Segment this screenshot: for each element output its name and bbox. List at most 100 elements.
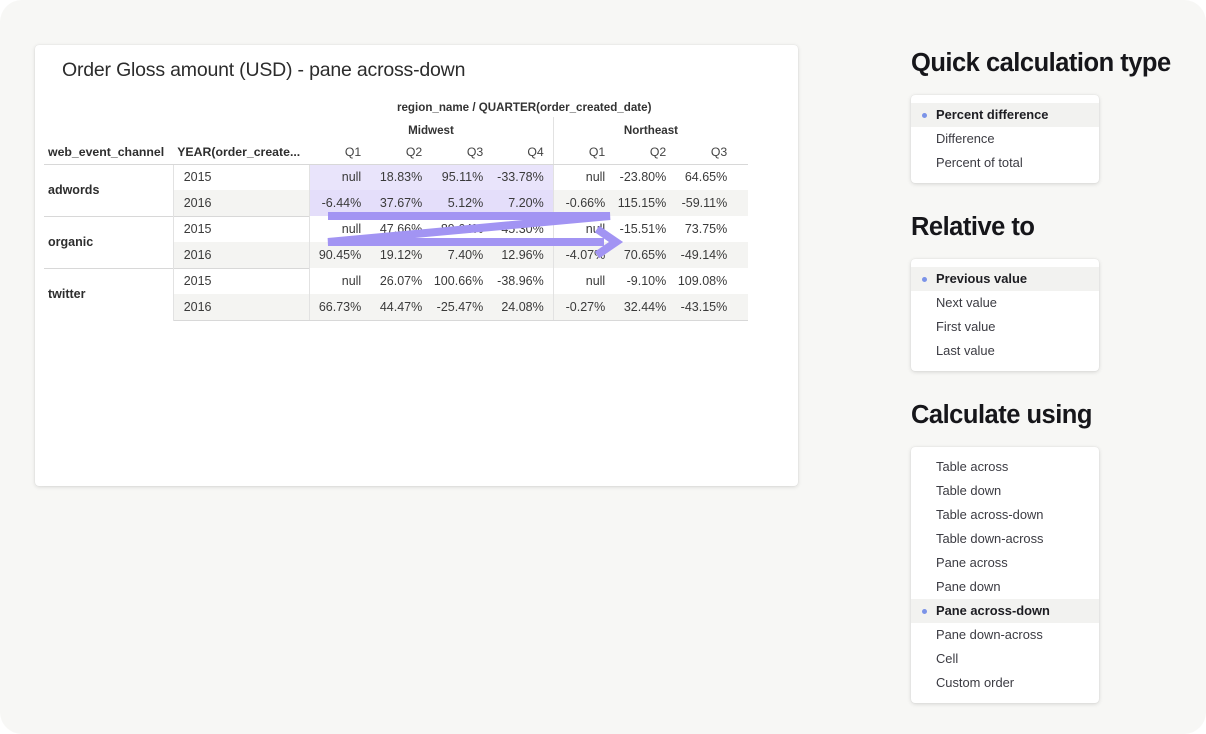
menu-item-pane-down[interactable]: Pane down: [911, 575, 1099, 599]
cell-overflow: [736, 190, 748, 216]
cell-value: 66.73%: [309, 294, 370, 320]
cell-value: null: [553, 268, 614, 294]
selected-dot-icon: [922, 609, 927, 614]
menu-item-table-down-across[interactable]: Table down-across: [911, 527, 1099, 551]
cell-value: 44.47%: [370, 294, 431, 320]
visualization-card: Order Gloss amount (USD) - pane across-d…: [35, 45, 798, 486]
cell-value: -15.51%: [614, 216, 675, 242]
cell-value: 12.96%: [492, 242, 553, 268]
row-dim-header-channel: web_event_channel: [44, 141, 173, 164]
cell-value: null: [309, 268, 370, 294]
col-header-midwest-q4[interactable]: Q4: [492, 141, 553, 164]
col-header-northeast-q1[interactable]: Q1: [553, 141, 614, 164]
cell-value: -0.66%: [553, 190, 614, 216]
cell-value: 24.08%: [492, 294, 553, 320]
col-header-northeast-q3[interactable]: Q3: [675, 141, 736, 164]
cell-value: 64.65%: [675, 164, 736, 190]
col-header-northeast-q2[interactable]: Q2: [614, 141, 675, 164]
relative-to-menu: Previous value Next value First value La…: [911, 259, 1099, 371]
cell-value: 100.66%: [431, 268, 492, 294]
cell-value: 19.12%: [370, 242, 431, 268]
cell-overflow: [736, 268, 748, 294]
cell-value: 7.40%: [431, 242, 492, 268]
quick-calculation-type-title: Quick calculation type: [911, 49, 1171, 78]
cell-value: 5.12%: [431, 190, 492, 216]
menu-item-label: Percent of total: [936, 155, 1023, 170]
cell-value: 95.11%: [431, 164, 492, 190]
spacer-cell: [44, 117, 309, 141]
menu-item-table-down[interactable]: Table down: [911, 479, 1099, 503]
selected-dot-icon: [922, 277, 927, 282]
relative-to-title: Relative to: [911, 213, 1034, 242]
menu-item-percent-difference[interactable]: Percent difference: [911, 103, 1099, 127]
cell-channel: twitter: [44, 268, 173, 320]
spacer-cell: [44, 95, 309, 117]
cell-overflow: [736, 242, 748, 268]
cell-year: 2016: [173, 242, 309, 268]
cell-value: null: [553, 216, 614, 242]
col-header-midwest-q1[interactable]: Q1: [309, 141, 370, 164]
cell-value: -9.10%: [614, 268, 675, 294]
menu-item-previous-value[interactable]: Previous value: [911, 267, 1099, 291]
menu-item-label: Previous value: [936, 271, 1027, 286]
cell-overflow: [736, 294, 748, 320]
menu-item-first-value[interactable]: First value: [911, 315, 1099, 339]
menu-item-pane-across-down[interactable]: Pane across-down: [911, 599, 1099, 623]
cell-overflow: [736, 164, 748, 190]
col-header-midwest-q3[interactable]: Q3: [431, 141, 492, 164]
menu-item-cell[interactable]: Cell: [911, 647, 1099, 671]
column-dimension-label: region_name / QUARTER(order_created_date…: [309, 95, 748, 117]
table-row[interactable]: twitter 2015 null 26.07% 100.66% -38.96%…: [44, 268, 748, 294]
menu-item-next-value[interactable]: Next value: [911, 291, 1099, 315]
page-title: Order Gloss amount (USD) - pane across-d…: [62, 59, 465, 82]
menu-item-label: Pane down: [936, 579, 1001, 594]
table-row[interactable]: organic 2015 null 47.66% 89.64% -45.30% …: [44, 216, 748, 242]
cell-value: -43.15%: [675, 294, 736, 320]
cell-value: -25.47%: [431, 294, 492, 320]
cell-channel: organic: [44, 216, 173, 268]
menu-item-custom-order[interactable]: Custom order: [911, 671, 1099, 695]
menu-item-label: Table down-across: [936, 531, 1043, 546]
cell-value: -59.11%: [675, 190, 736, 216]
calculate-using-menu: Table across Table down Table across-dow…: [911, 447, 1099, 703]
cell-value: 73.75%: [675, 216, 736, 242]
cell-value: 115.15%: [614, 190, 675, 216]
menu-item-label: Percent difference: [936, 107, 1048, 122]
column-header-row: web_event_channel YEAR(order_create... Q…: [44, 141, 748, 164]
region-header-midwest: Midwest: [309, 117, 553, 141]
cell-value: 109.08%: [675, 268, 736, 294]
cell-value: -38.96%: [492, 268, 553, 294]
calculate-using-title: Calculate using: [911, 401, 1092, 430]
menu-item-label: Difference: [936, 131, 995, 146]
menu-item-label: Last value: [936, 343, 995, 358]
menu-item-pane-across[interactable]: Pane across: [911, 551, 1099, 575]
menu-item-label: Table down: [936, 483, 1001, 498]
menu-item-label: Cell: [936, 651, 958, 666]
region-header-northeast: Northeast: [553, 117, 748, 141]
table-row[interactable]: adwords 2015 null 18.83% 95.11% -33.78% …: [44, 164, 748, 190]
cell-value: 37.67%: [370, 190, 431, 216]
cell-value: null: [553, 164, 614, 190]
cell-value: null: [309, 164, 370, 190]
cell-value: -45.30%: [492, 216, 553, 242]
menu-item-label: Pane across-down: [936, 603, 1050, 618]
menu-item-pane-down-across[interactable]: Pane down-across: [911, 623, 1099, 647]
quick-calculation-type-menu: Percent difference Difference Percent of…: [911, 95, 1099, 183]
menu-item-table-across[interactable]: Table across: [911, 455, 1099, 479]
col-header-midwest-q2[interactable]: Q2: [370, 141, 431, 164]
cell-value: -4.07%: [553, 242, 614, 268]
menu-item-percent-of-total[interactable]: Percent of total: [911, 151, 1099, 175]
region-band-row: Midwest Northeast: [44, 117, 748, 141]
cell-value: 18.83%: [370, 164, 431, 190]
menu-item-difference[interactable]: Difference: [911, 127, 1099, 151]
menu-item-label: Custom order: [936, 675, 1014, 690]
cell-year: 2015: [173, 216, 309, 242]
menu-item-last-value[interactable]: Last value: [911, 339, 1099, 363]
cell-value: -49.14%: [675, 242, 736, 268]
menu-item-label: Next value: [936, 295, 997, 310]
menu-item-table-across-down[interactable]: Table across-down: [911, 503, 1099, 527]
menu-item-label: First value: [936, 319, 995, 334]
cell-value: null: [309, 216, 370, 242]
cell-value: -0.27%: [553, 294, 614, 320]
cell-channel: adwords: [44, 164, 173, 216]
